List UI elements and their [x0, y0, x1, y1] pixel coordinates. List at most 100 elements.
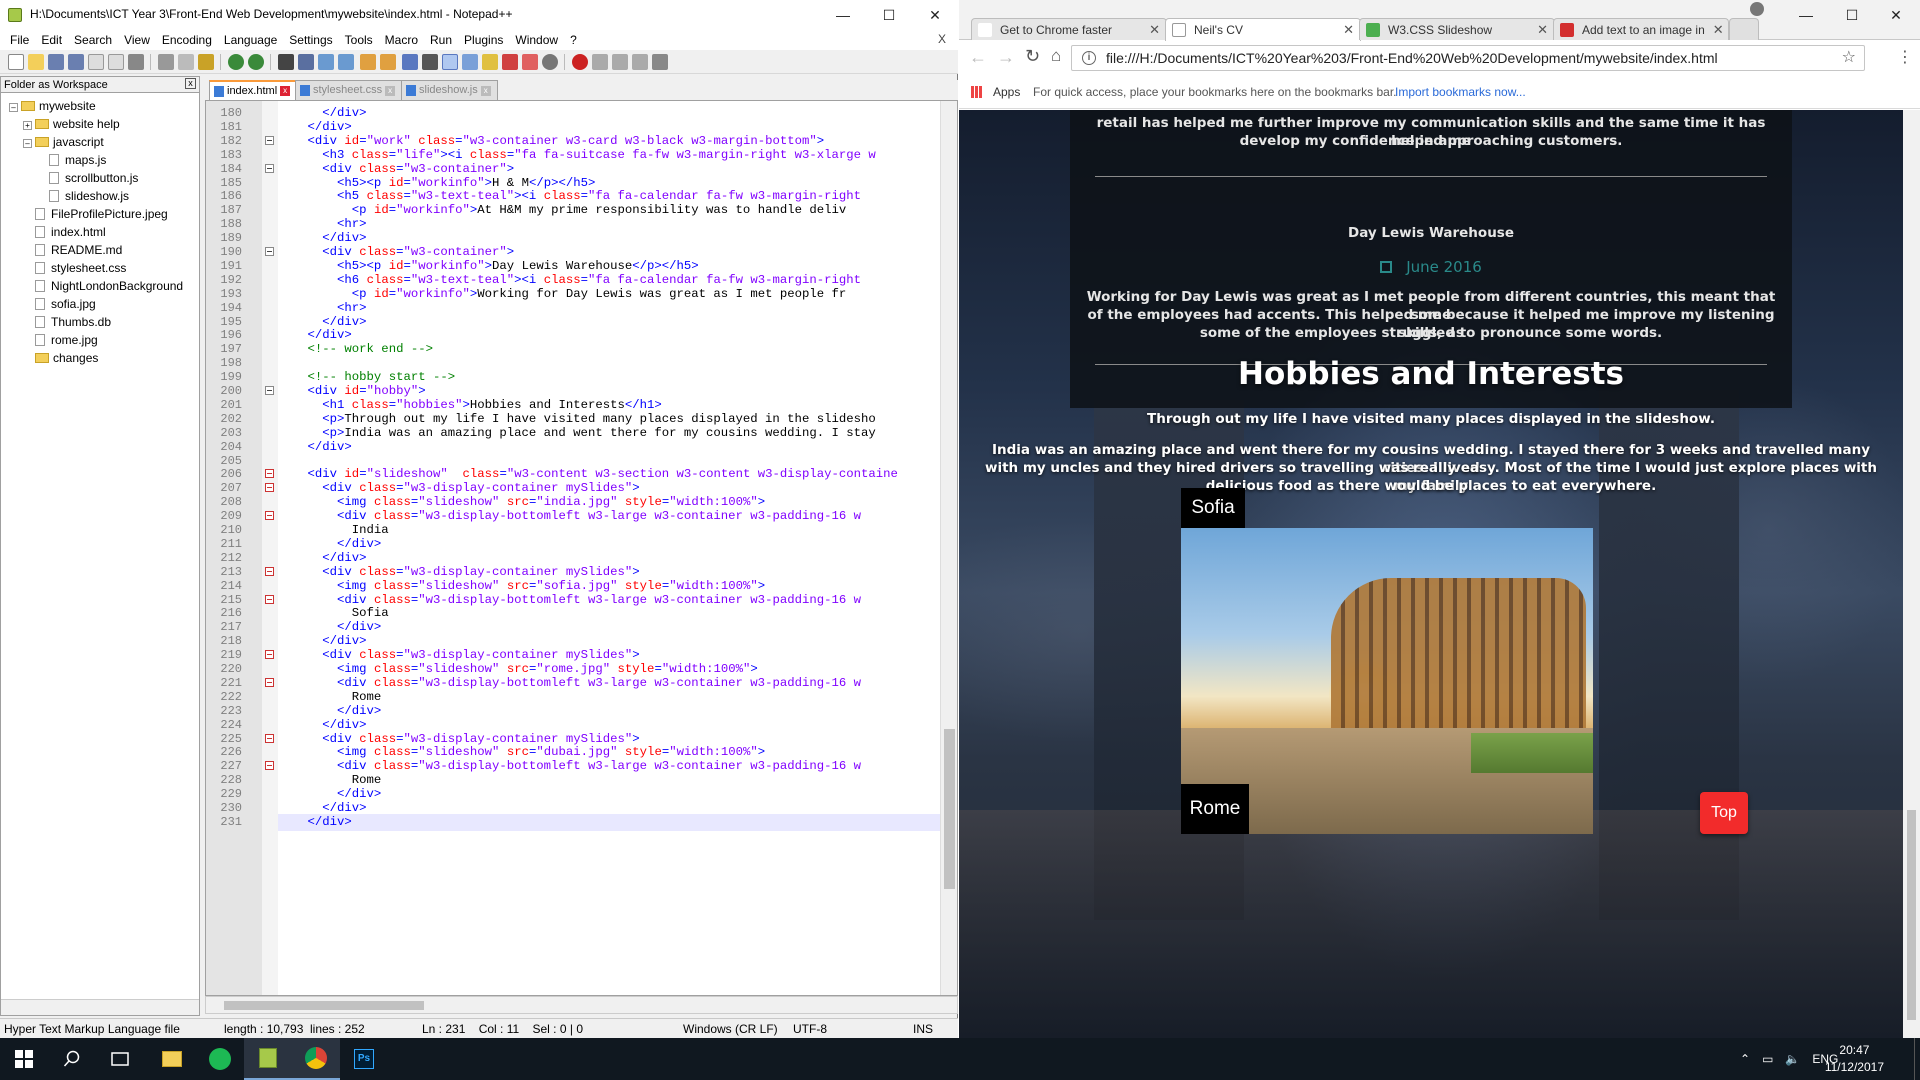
- close-tab-icon[interactable]: ✕: [1343, 22, 1354, 38]
- stop-macro-icon[interactable]: [592, 54, 608, 70]
- back-icon[interactable]: ←: [969, 47, 987, 68]
- tree-file-profile-picture[interactable]: FileProfilePicture.jpeg: [9, 205, 197, 223]
- close-tab-icon[interactable]: ✕: [1149, 22, 1160, 38]
- replace-icon[interactable]: [298, 54, 314, 70]
- bookmark-star-icon[interactable]: ☆: [1842, 46, 1856, 70]
- taskbar-photoshop[interactable]: Ps: [340, 1038, 388, 1080]
- play-macro-icon[interactable]: [612, 54, 628, 70]
- folder-workspace-icon[interactable]: [522, 54, 538, 70]
- site-info-icon[interactable]: i: [1082, 51, 1096, 65]
- forward-icon[interactable]: →: [997, 47, 1015, 68]
- save-macro-icon[interactable]: [652, 54, 668, 70]
- volume-icon[interactable]: 🔈: [1785, 1052, 1800, 1066]
- search-button[interactable]: [48, 1038, 96, 1080]
- scroll-thumb[interactable]: [224, 1001, 424, 1010]
- fold-toggle-icon[interactable]: [265, 566, 274, 576]
- reload-icon[interactable]: ↻: [1025, 46, 1040, 67]
- close-button[interactable]: ✕: [912, 0, 958, 30]
- record-macro-icon[interactable]: [572, 54, 588, 70]
- code-editor[interactable]: 180 181 182 183 184 185 186 187 188 189 190 191 192 1…: [205, 100, 958, 996]
- cut-icon[interactable]: [158, 54, 174, 70]
- code-text[interactable]: </div> </div> <div id="work" class="w3-c…: [278, 105, 940, 995]
- tree-file-thumbs[interactable]: Thumbs.db: [9, 313, 197, 331]
- editor-horizontal-scrollbar[interactable]: [205, 996, 958, 1014]
- chrome-tab-w3css-slideshow[interactable]: W3.CSS Slideshow ✕: [1359, 18, 1555, 40]
- fold-toggle-icon[interactable]: [265, 594, 274, 604]
- start-button[interactable]: [0, 1038, 48, 1080]
- import-bookmarks-link[interactable]: Import bookmarks now...: [1395, 85, 1526, 99]
- close-document-button[interactable]: X: [932, 32, 952, 46]
- system-clock[interactable]: 20:47 11/12/2017: [1825, 1042, 1884, 1076]
- chrome-tab-get-chrome[interactable]: Get to Chrome faster ✕: [971, 18, 1167, 40]
- zoom-out-icon[interactable]: [338, 54, 354, 70]
- collapse-icon[interactable]: –: [23, 139, 32, 148]
- open-file-icon[interactable]: [28, 54, 44, 70]
- monitoring-icon[interactable]: [542, 54, 558, 70]
- taskbar-notepadpp[interactable]: [244, 1038, 292, 1080]
- expand-icon[interactable]: +: [23, 121, 32, 130]
- new-file-icon[interactable]: [8, 54, 24, 70]
- fold-toggle-icon[interactable]: [265, 511, 274, 521]
- workspace-horizontal-scrollbar[interactable]: [1, 999, 199, 1015]
- scroll-top-button[interactable]: Top: [1700, 792, 1748, 834]
- close-tab-icon[interactable]: ✕: [1537, 22, 1548, 38]
- menu-settings[interactable]: Settings: [283, 33, 338, 47]
- tab-stylesheet-css[interactable]: stylesheet.css x: [295, 80, 403, 100]
- new-tab-button[interactable]: [1729, 18, 1759, 40]
- network-icon[interactable]: ▭: [1762, 1052, 1773, 1066]
- language-icon[interactable]: [462, 54, 478, 70]
- scroll-thumb[interactable]: [944, 729, 955, 889]
- menu-view[interactable]: View: [118, 33, 156, 47]
- taskbar-spotify[interactable]: [196, 1038, 244, 1080]
- page-vertical-scrollbar[interactable]: [1903, 110, 1920, 1038]
- close-tab-icon[interactable]: ✕: [1713, 22, 1724, 38]
- menu-search[interactable]: Search: [68, 33, 118, 47]
- close-tab-icon[interactable]: x: [280, 86, 291, 96]
- tree-file-readme[interactable]: README.md: [9, 241, 197, 259]
- redo-icon[interactable]: [248, 54, 264, 70]
- tree-file-rome[interactable]: rome.jpg: [9, 331, 197, 349]
- word-wrap-icon[interactable]: [402, 54, 418, 70]
- apps-icon[interactable]: [971, 86, 983, 98]
- chrome-minimize-button[interactable]: —: [1783, 0, 1829, 30]
- copy-icon[interactable]: [178, 54, 194, 70]
- scroll-thumb[interactable]: [1907, 810, 1916, 1020]
- zoom-in-icon[interactable]: [318, 54, 334, 70]
- tray-chevron-icon[interactable]: ⌃: [1740, 1052, 1750, 1066]
- close-file-icon[interactable]: [88, 54, 104, 70]
- menu-help[interactable]: ?: [564, 33, 583, 47]
- tree-folder-website-help[interactable]: + website help: [9, 115, 197, 133]
- chrome-tab-add-text[interactable]: Add text to an image in ✕: [1553, 18, 1729, 40]
- save-all-icon[interactable]: [68, 54, 84, 70]
- indent-guide-icon[interactable]: [442, 54, 458, 70]
- tree-file-slideshow[interactable]: slideshow.js: [9, 187, 197, 205]
- tree-file-sofia[interactable]: sofia.jpg: [9, 295, 197, 313]
- chrome-close-button[interactable]: ✕: [1873, 0, 1919, 30]
- close-tab-icon[interactable]: x: [385, 85, 396, 96]
- tab-slideshow-js[interactable]: slideshow.js x: [401, 80, 498, 100]
- tree-root[interactable]: – mywebsite: [9, 97, 197, 115]
- task-view-button[interactable]: [96, 1038, 144, 1080]
- paste-icon[interactable]: [198, 54, 214, 70]
- chrome-tab-neils-cv[interactable]: Neil's CV ✕: [1165, 18, 1361, 41]
- tree-folder-javascript[interactable]: – javascript: [9, 133, 197, 151]
- find-icon[interactable]: [278, 54, 294, 70]
- show-desktop-button[interactable]: [1914, 1038, 1920, 1080]
- menu-edit[interactable]: Edit: [35, 33, 68, 47]
- taskbar-chrome[interactable]: [292, 1038, 340, 1080]
- editor-vertical-scrollbar[interactable]: [940, 101, 957, 995]
- show-all-chars-icon[interactable]: [422, 54, 438, 70]
- menu-file[interactable]: File: [4, 33, 35, 47]
- tree-file-maps[interactable]: maps.js: [9, 151, 197, 169]
- profile-icon[interactable]: [1750, 2, 1764, 16]
- sync-horizontal-icon[interactable]: [380, 54, 396, 70]
- fold-toggle-icon[interactable]: [265, 135, 274, 145]
- tree-file-stylesheet[interactable]: stylesheet.css: [9, 259, 197, 277]
- save-icon[interactable]: [48, 54, 64, 70]
- collapse-icon[interactable]: –: [9, 103, 18, 112]
- menu-plugins[interactable]: Plugins: [458, 33, 509, 47]
- home-icon[interactable]: ⌂: [1051, 46, 1061, 66]
- taskbar-file-explorer[interactable]: [148, 1038, 196, 1080]
- tree-file-nightlondon[interactable]: NightLondonBackground: [9, 277, 197, 295]
- fold-toggle-icon[interactable]: [265, 733, 274, 743]
